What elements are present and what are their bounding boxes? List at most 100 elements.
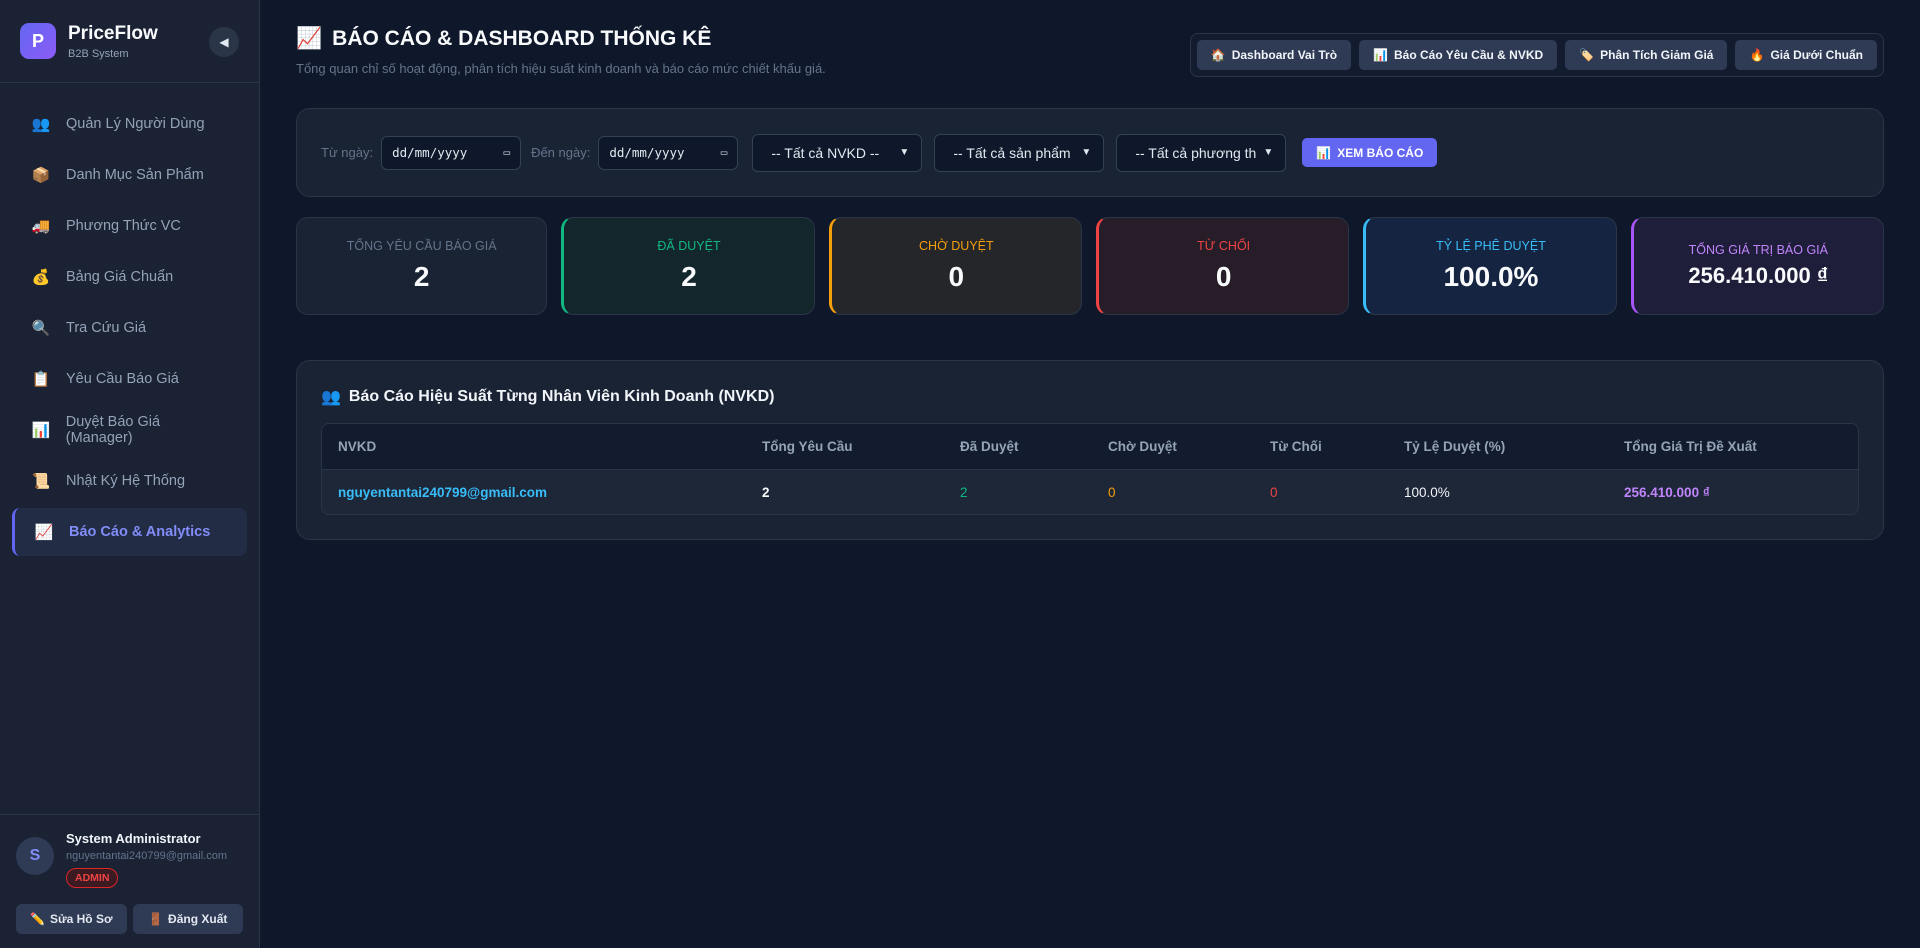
stat-label: Đã duyệt xyxy=(657,239,721,253)
sidebar-item-analytics[interactable]: 📈 Báo Cáo & Analytics xyxy=(12,508,247,556)
column-header-value[interactable]: Tổng Giá Trị Đề Xuất xyxy=(1624,439,1858,454)
stat-total-requests: Tổng yêu cầu báo giá 2 xyxy=(296,217,548,315)
sidebar-item-products[interactable]: 📦 Danh Mục Sản Phẩm xyxy=(12,151,247,199)
sidebar-item-users[interactable]: 👥 Quản Lý Người Dùng xyxy=(12,100,247,148)
product-select-value: -- Tất cả sản phẩm xyxy=(953,144,1071,161)
quick-nav: 🏠 Dashboard Vai Trò 📊 Báo Cáo Yêu Cầu & NV… xyxy=(1189,33,1884,77)
sidebar-item-label: Quản Lý Người Dùng xyxy=(66,116,205,132)
cell-approved: 2 xyxy=(960,484,968,500)
edit-profile-label: Sửa Hồ Sơ xyxy=(49,912,113,926)
chevron-down-icon: ▼ xyxy=(1081,147,1092,158)
edit-profile-button[interactable]: ✏️ Sửa Hồ Sơ xyxy=(16,904,127,934)
stat-value: 2 xyxy=(413,261,430,292)
sidebar-item-system-log[interactable]: 📜 Nhật Ký Hệ Thống xyxy=(12,457,247,505)
user-box: S System Administrator nguyentantai24079… xyxy=(0,814,259,948)
sidebar-item-label: Nhật Ký Hệ Thống xyxy=(66,473,186,489)
fire-icon: 🔥 xyxy=(1749,48,1765,62)
sidebar-item-shipping[interactable]: 🚚 Phương Thức VC xyxy=(12,202,247,250)
truck-icon: 🚚 xyxy=(31,218,51,235)
stat-total-value: Tổng giá trị báo giá 256.410.000 ₫ xyxy=(1630,217,1884,315)
stat-label: Tổng giá trị báo giá xyxy=(1688,243,1828,257)
product-select[interactable]: -- Tất cả sản phẩm ▼ xyxy=(934,133,1105,172)
sidebar-item-price-lookup[interactable]: 🔍 Tra Cứu Giá xyxy=(12,304,247,352)
column-header-total[interactable]: Tổng Yêu Cầu xyxy=(762,439,960,454)
stat-pending: Chờ duyệt 0 xyxy=(828,217,1082,315)
staff-select[interactable]: -- Tất cả NVKD -- ▼ xyxy=(752,133,923,172)
sidebar-item-quote-requests[interactable]: 📋 Yêu Cầu Báo Giá xyxy=(12,355,247,403)
chevron-down-icon: ▼ xyxy=(899,147,910,158)
tag-icon: 🏷️ xyxy=(1579,48,1595,62)
brand: P PriceFlow B2B System ◀ xyxy=(0,0,259,83)
clipboard-icon: 📋 xyxy=(31,371,51,388)
user-actions: ✏️ Sửa Hồ Sơ 🚪 Đăng Xuất xyxy=(16,904,243,934)
money-bag-icon: 💰 xyxy=(31,269,51,286)
sidebar-item-label: Tra Cứu Giá xyxy=(66,320,147,336)
dashboard-role-button[interactable]: 🏠 Dashboard Vai Trò xyxy=(1196,40,1352,70)
cell-total: 2 xyxy=(762,484,770,500)
to-date-input[interactable]: dd/mm/yyyy ▭ xyxy=(598,135,739,170)
column-header-staff[interactable]: NVKD xyxy=(338,439,762,454)
sidebar-item-label: Duyệt Báo Giá (Manager) xyxy=(65,414,161,446)
column-header-pending[interactable]: Chờ Duyệt xyxy=(1108,439,1270,454)
staff-email-link[interactable]: nguyentantai240799@gmail.com xyxy=(338,485,762,500)
trend-chart-icon: 📈 xyxy=(34,524,54,541)
avatar: S xyxy=(16,837,54,875)
logout-button[interactable]: 🚪 Đăng Xuất xyxy=(132,904,243,934)
stat-approval-rate: Tỷ lệ phê duyệt 100.0% xyxy=(1363,217,1617,315)
brand-logo: P xyxy=(20,23,56,59)
report-title: 👥 Báo Cáo Hiệu Suất Từng Nhân Viên Kinh D… xyxy=(321,387,1859,407)
collapse-sidebar-icon[interactable]: ◀ xyxy=(209,27,239,57)
stat-label: Tổng yêu cầu báo giá xyxy=(346,239,497,253)
package-icon: 📦 xyxy=(31,167,51,184)
request-report-button[interactable]: 📊 Báo Cáo Yêu Cầu & NVKD xyxy=(1359,40,1558,70)
cell-pending: 0 xyxy=(1108,484,1116,500)
bar-chart-icon: 📊 xyxy=(31,422,51,439)
brand-text: PriceFlow B2B System xyxy=(68,23,158,60)
page-heading: 📈 BÁO CÁO & DASHBOARD THỐNG KÊ Tổng quan … xyxy=(296,27,826,76)
trend-chart-icon: 📈 xyxy=(296,27,323,50)
sidebar-item-label: Danh Mục Sản Phẩm xyxy=(66,167,204,183)
discount-analysis-button[interactable]: 🏷️ Phân Tích Giảm Giá xyxy=(1565,40,1728,70)
stats-row: Tổng yêu cầu báo giá 2 Đã duyệt 2 Chờ duyệ… xyxy=(296,217,1884,315)
staff-performance-report: 👥 Báo Cáo Hiệu Suất Từng Nhân Viên Kinh D… xyxy=(296,360,1884,540)
users-icon: 👥 xyxy=(321,389,341,406)
quick-nav-label: Giá Dưới Chuẩn xyxy=(1770,48,1863,62)
sidebar: P PriceFlow B2B System ◀ 👥 Quản Lý Người … xyxy=(0,0,260,948)
stat-rejected: Từ chối 0 xyxy=(1095,217,1350,315)
shipping-method-select[interactable]: -- Tất cả phương th ▼ xyxy=(1116,133,1287,172)
stat-value: 256.410.000 ₫ xyxy=(1688,263,1829,288)
quick-nav-label: Phân Tích Giảm Giá xyxy=(1600,48,1714,62)
main-content: 📈 BÁO CÁO & DASHBOARD THỐNG KÊ Tổng quan … xyxy=(260,0,1920,948)
calendar-icon: ▭ xyxy=(720,146,728,159)
sidebar-item-price-list[interactable]: 💰 Bảng Giá Chuẩn xyxy=(12,253,247,301)
performance-table: NVKD Tổng Yêu Cầu Đã Duyệt Chờ Duyệt Từ … xyxy=(321,423,1859,515)
sidebar-item-quote-approval[interactable]: 📊 Duyệt Báo Giá (Manager) xyxy=(12,406,247,454)
below-standard-price-button[interactable]: 🔥 Giá Dưới Chuẩn xyxy=(1735,40,1877,70)
column-header-rate[interactable]: Tỷ Lệ Duyệt (%) xyxy=(1404,439,1624,454)
user-info: System Administrator nguyentantai240799@… xyxy=(66,831,227,888)
door-icon: 🚪 xyxy=(148,912,164,926)
to-date-label: Đến ngày: xyxy=(531,145,591,160)
stat-label: Chờ duyệt xyxy=(919,239,994,253)
bar-chart-icon: 📊 xyxy=(1373,48,1389,62)
quick-nav-label: Dashboard Vai Trò xyxy=(1231,48,1338,62)
quick-nav-label: Báo Cáo Yêu Cầu & NVKD xyxy=(1394,48,1544,62)
view-report-button[interactable]: 📊 XEM BÁO CÁO xyxy=(1302,138,1438,167)
column-header-approved[interactable]: Đã Duyệt xyxy=(960,439,1108,454)
from-date-value: dd/mm/yyyy xyxy=(392,145,468,160)
stat-value: 0 xyxy=(1215,261,1232,292)
bar-chart-icon: 📊 xyxy=(1316,145,1332,160)
table-header-row: NVKD Tổng Yêu Cầu Đã Duyệt Chờ Duyệt Từ … xyxy=(322,424,1858,469)
from-date-input[interactable]: dd/mm/yyyy ▭ xyxy=(381,135,522,170)
calendar-icon: ▭ xyxy=(503,146,511,159)
users-icon: 👥 xyxy=(31,116,51,133)
page-title: 📈 BÁO CÁO & DASHBOARD THỐNG KÊ xyxy=(296,27,826,51)
report-title-text: Báo Cáo Hiệu Suất Từng Nhân Viên Kinh Do… xyxy=(348,388,775,405)
stat-value: 100.0% xyxy=(1443,261,1539,292)
column-header-rejected[interactable]: Từ Chối xyxy=(1270,439,1404,454)
cell-rejected: 0 xyxy=(1270,484,1278,500)
user-row: S System Administrator nguyentantai24079… xyxy=(16,831,243,888)
chevron-down-icon: ▼ xyxy=(1263,147,1274,158)
stat-value: 0 xyxy=(948,261,965,292)
sidebar-item-label: Yêu Cầu Báo Giá xyxy=(66,371,179,387)
